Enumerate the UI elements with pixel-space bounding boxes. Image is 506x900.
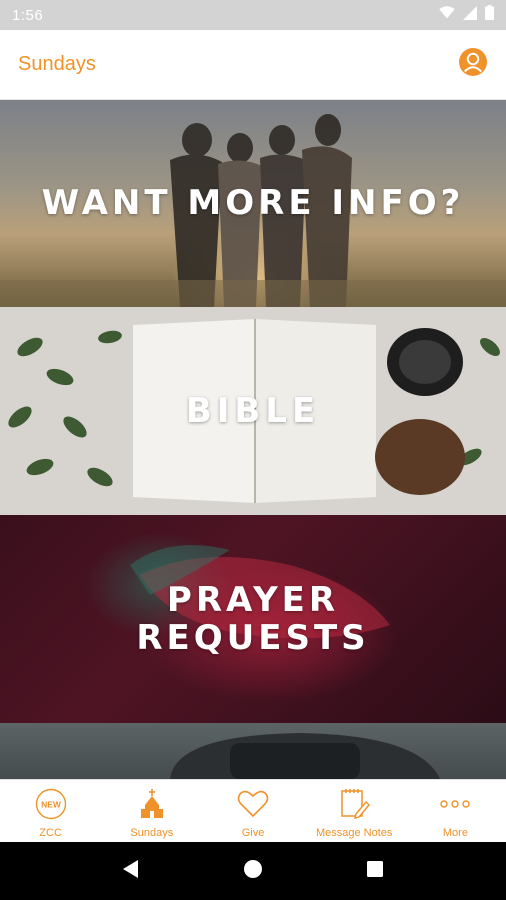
new-badge-icon: NEW: [34, 787, 68, 821]
battery-icon: [485, 5, 494, 25]
profile-button[interactable]: [458, 47, 488, 82]
tile-label: WANT MORE INFO?: [41, 183, 465, 224]
status-bar: 1:56: [0, 0, 506, 30]
heart-icon: [236, 787, 270, 821]
profile-icon: [458, 47, 488, 82]
notes-icon: [337, 787, 371, 821]
app-bar: Sundays: [0, 30, 506, 100]
headphones-photo: [0, 723, 506, 779]
tile-label-line-2: REQUESTS: [136, 618, 370, 658]
system-nav-bar: [0, 842, 506, 900]
tab-label: Sundays: [130, 827, 174, 839]
tab-label: Give: [241, 827, 265, 839]
tab-message-notes[interactable]: Message Notes: [304, 780, 405, 842]
tab-label: Message Notes: [315, 827, 393, 839]
tile-label-line-1: PRAYER: [166, 579, 340, 620]
home-button[interactable]: [233, 851, 273, 891]
recents-icon: [366, 860, 384, 883]
status-time: 1:56: [12, 6, 44, 24]
home-icon: [243, 859, 263, 884]
wifi-icon: [439, 6, 455, 24]
tile-label: PRAYER REQUESTS: [136, 581, 369, 657]
tab-label: ZCC: [39, 827, 62, 839]
back-icon: [122, 859, 140, 884]
tile-want-more-info[interactable]: WANT MORE INFO?: [0, 100, 506, 307]
tab-sundays[interactable]: Sundays: [101, 780, 202, 842]
new-badge-text: NEW: [41, 800, 62, 810]
tab-more[interactable]: More: [405, 780, 506, 842]
content-list[interactable]: WANT MORE INFO? BIBLE PRAYER REQUESTS: [0, 100, 506, 779]
recents-button[interactable]: [355, 851, 395, 891]
signal-icon: [463, 5, 477, 25]
tile-prayer-requests[interactable]: PRAYER REQUESTS: [0, 515, 506, 723]
church-icon: [135, 787, 169, 821]
page-title: Sundays: [18, 53, 96, 75]
status-icons: [439, 5, 494, 25]
tile-bible[interactable]: BIBLE: [0, 307, 506, 515]
tab-give[interactable]: Give: [202, 780, 303, 842]
back-button[interactable]: [111, 851, 151, 891]
more-dots-icon: [438, 787, 472, 821]
tile-headphones[interactable]: [0, 723, 506, 779]
tab-label: More: [442, 827, 468, 839]
tile-label: BIBLE: [185, 390, 321, 431]
tab-zcc[interactable]: NEW ZCC: [0, 780, 101, 842]
bottom-tab-bar: NEW ZCC Sundays Give Message Notes More: [0, 779, 506, 842]
